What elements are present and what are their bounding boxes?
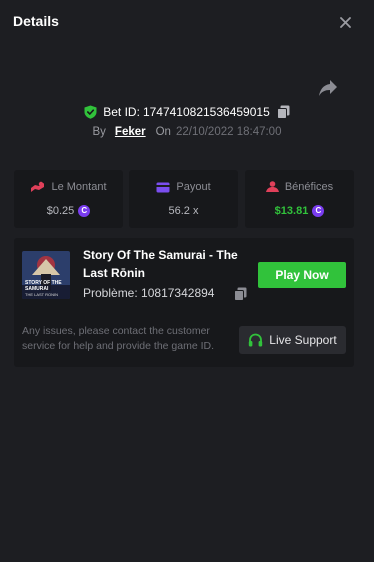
- stat-value: 56.2 x: [168, 205, 199, 217]
- page-title: Details: [13, 13, 59, 29]
- game-panel: STORY OF THE SAMURAI THE LAST RONIN Stor…: [14, 238, 354, 367]
- username-link[interactable]: Feker: [115, 126, 146, 138]
- card-icon: [156, 182, 170, 192]
- stat-value: $0.25: [46, 205, 75, 217]
- money-icon: [31, 181, 45, 192]
- bet-id-value: 1747410821536459015: [142, 105, 270, 119]
- share-button[interactable]: [318, 79, 338, 97]
- stat-card-profit: Bénéfices $13.81 C: [245, 170, 354, 228]
- by-label: By: [92, 126, 106, 138]
- share-icon: [319, 80, 337, 96]
- stat-label: Le Montant: [51, 181, 107, 193]
- thumb-text-3: THE LAST RONIN: [25, 292, 58, 297]
- coin-icon: C: [78, 205, 91, 217]
- stat-label: Bénéfices: [284, 181, 334, 193]
- on-label: On: [155, 126, 171, 138]
- stat-value: $13.81: [274, 205, 309, 217]
- close-button[interactable]: [336, 13, 354, 31]
- bet-date: 22/10/2022 18:47:00: [175, 126, 282, 138]
- copy-icon[interactable]: [276, 105, 290, 119]
- game-title: Story Of The Samurai - The Last Rōnin: [83, 248, 238, 280]
- close-icon: [339, 16, 351, 28]
- headset-icon: [249, 333, 263, 346]
- details-header: Details: [0, 0, 374, 44]
- problem-label: Problème:: [83, 286, 138, 300]
- bet-id-label: Bet ID:: [103, 105, 140, 119]
- bet-meta-row: By Feker On 22/10/2022 18:47:00: [0, 124, 374, 140]
- stat-card-payout: Payout 56.2 x: [129, 170, 238, 228]
- problem-row: Problème: 10817342894: [83, 286, 214, 300]
- copy-icon[interactable]: [234, 287, 247, 301]
- coin-icon: C: [312, 205, 325, 217]
- live-support-label: Live Support: [269, 333, 337, 347]
- live-support-button[interactable]: Live Support: [239, 326, 346, 354]
- problem-id: 10817342894: [141, 286, 215, 300]
- samurai-thumbnail-icon: STORY OF THE SAMURAI THE LAST RONIN: [22, 251, 70, 299]
- game-thumbnail[interactable]: STORY OF THE SAMURAI THE LAST RONIN: [22, 251, 70, 299]
- bet-id-row: Bet ID: 1747410821536459015: [0, 103, 374, 121]
- coins-icon: [265, 181, 279, 192]
- play-now-button[interactable]: Play Now: [258, 262, 346, 288]
- stat-label: Payout: [176, 181, 211, 193]
- stat-card-amount: Le Montant $0.25 C: [14, 170, 123, 228]
- shield-check-icon: [84, 105, 97, 119]
- support-notice: Any issues, please contact the customer …: [22, 325, 215, 352]
